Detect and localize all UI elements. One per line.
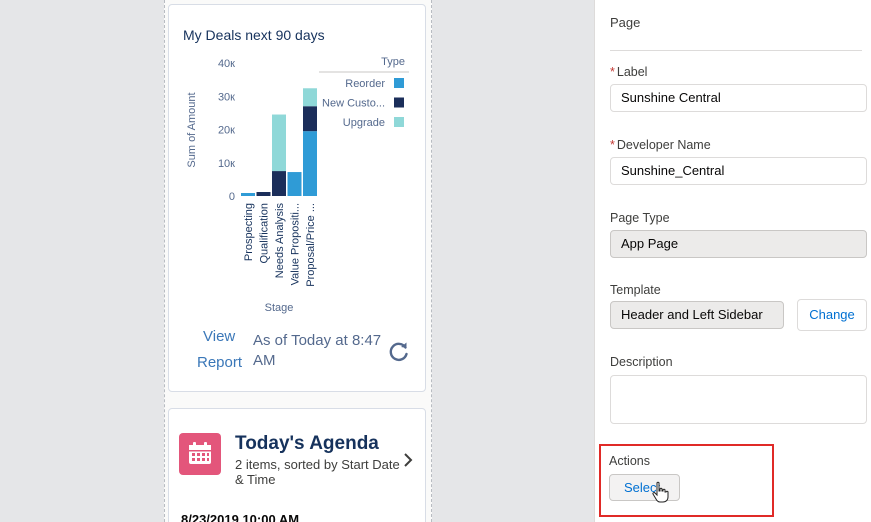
description-textarea[interactable] [610,375,867,424]
y-tick-label: 40к [218,58,235,70]
page-type-value: App Page [610,230,867,258]
bar-segment [303,106,317,132]
developer-name-field-label: * Developer Name [610,138,711,152]
template-value: Header and Left Sidebar [610,301,784,329]
panel-divider [610,50,862,51]
y-tick-label: 0 [229,191,235,203]
legend-label: Upgrade [343,117,385,129]
as-of-timestamp: As of Today at 8:47 AM [253,332,382,369]
y-tick-label: 30к [218,91,235,103]
x-category-label: Qualification [259,203,271,264]
x-category-label: Proposal/Price ... [305,203,317,287]
x-category-label: Prospecting [243,203,255,261]
y-tick-label: 20к [218,125,235,137]
description-label: Description [610,355,673,369]
bar-segment [303,131,317,196]
report-chart-card[interactable]: My Deals next 90 days 0 10к 20к 30к 40к Sum o… [168,4,426,392]
y-tick-label: 10к [218,158,235,170]
calendar-icon [179,433,221,475]
select-actions-button[interactable]: Select [609,474,680,501]
page-type-label: Page Type [610,211,670,225]
label-input[interactable]: Sunshine Central [610,84,867,112]
label-field-label: * Label [610,65,648,79]
required-asterisk: * [610,138,615,152]
bar-segment [287,172,302,196]
x-axis-label: Stage [265,302,294,314]
agenda-item-date: 8/23/2019 10:00 AM [181,512,300,522]
bar-segment [256,192,271,196]
stacked-bar-chart: 0 10к 20к 30к 40к Sum of Amount Prospecting Qua… [186,56,409,314]
developer-name-input[interactable]: Sunshine_Central [610,157,867,185]
x-category-label: Needs Analysis [274,203,286,279]
actions-label: Actions [609,454,650,468]
bar-segment [272,171,286,196]
legend-label: New Custo... [322,98,385,110]
agenda-subtitle: 2 items, sorted by Start Date & Time [235,457,400,487]
template-label: Template [610,283,661,297]
legend-swatch [394,97,404,108]
bar-segment [241,193,255,196]
panel-header: Page [610,15,641,30]
bar-segment [272,114,286,172]
todays-agenda-card[interactable]: Today's Agenda 2 items, sorted by Start … [168,408,426,522]
refresh-icon[interactable] [387,339,411,363]
agenda-title: Today's Agenda [235,433,379,454]
required-asterisk: * [610,65,615,79]
hand-cursor-icon [652,481,669,503]
view-report-link-line2[interactable]: Report [197,354,242,371]
view-report-link-line1[interactable]: View [203,328,235,345]
chevron-right-icon[interactable] [402,453,414,467]
change-template-button[interactable]: Change [797,299,867,331]
bar-segment [303,88,317,107]
legend-title: Type [381,56,405,68]
y-axis-label: Sum of Amount [186,92,198,167]
legend-swatch [394,78,404,88]
legend-label: Reorder [345,78,385,90]
legend-swatch [394,117,404,127]
x-category-label: Value Propositi... [290,203,302,285]
